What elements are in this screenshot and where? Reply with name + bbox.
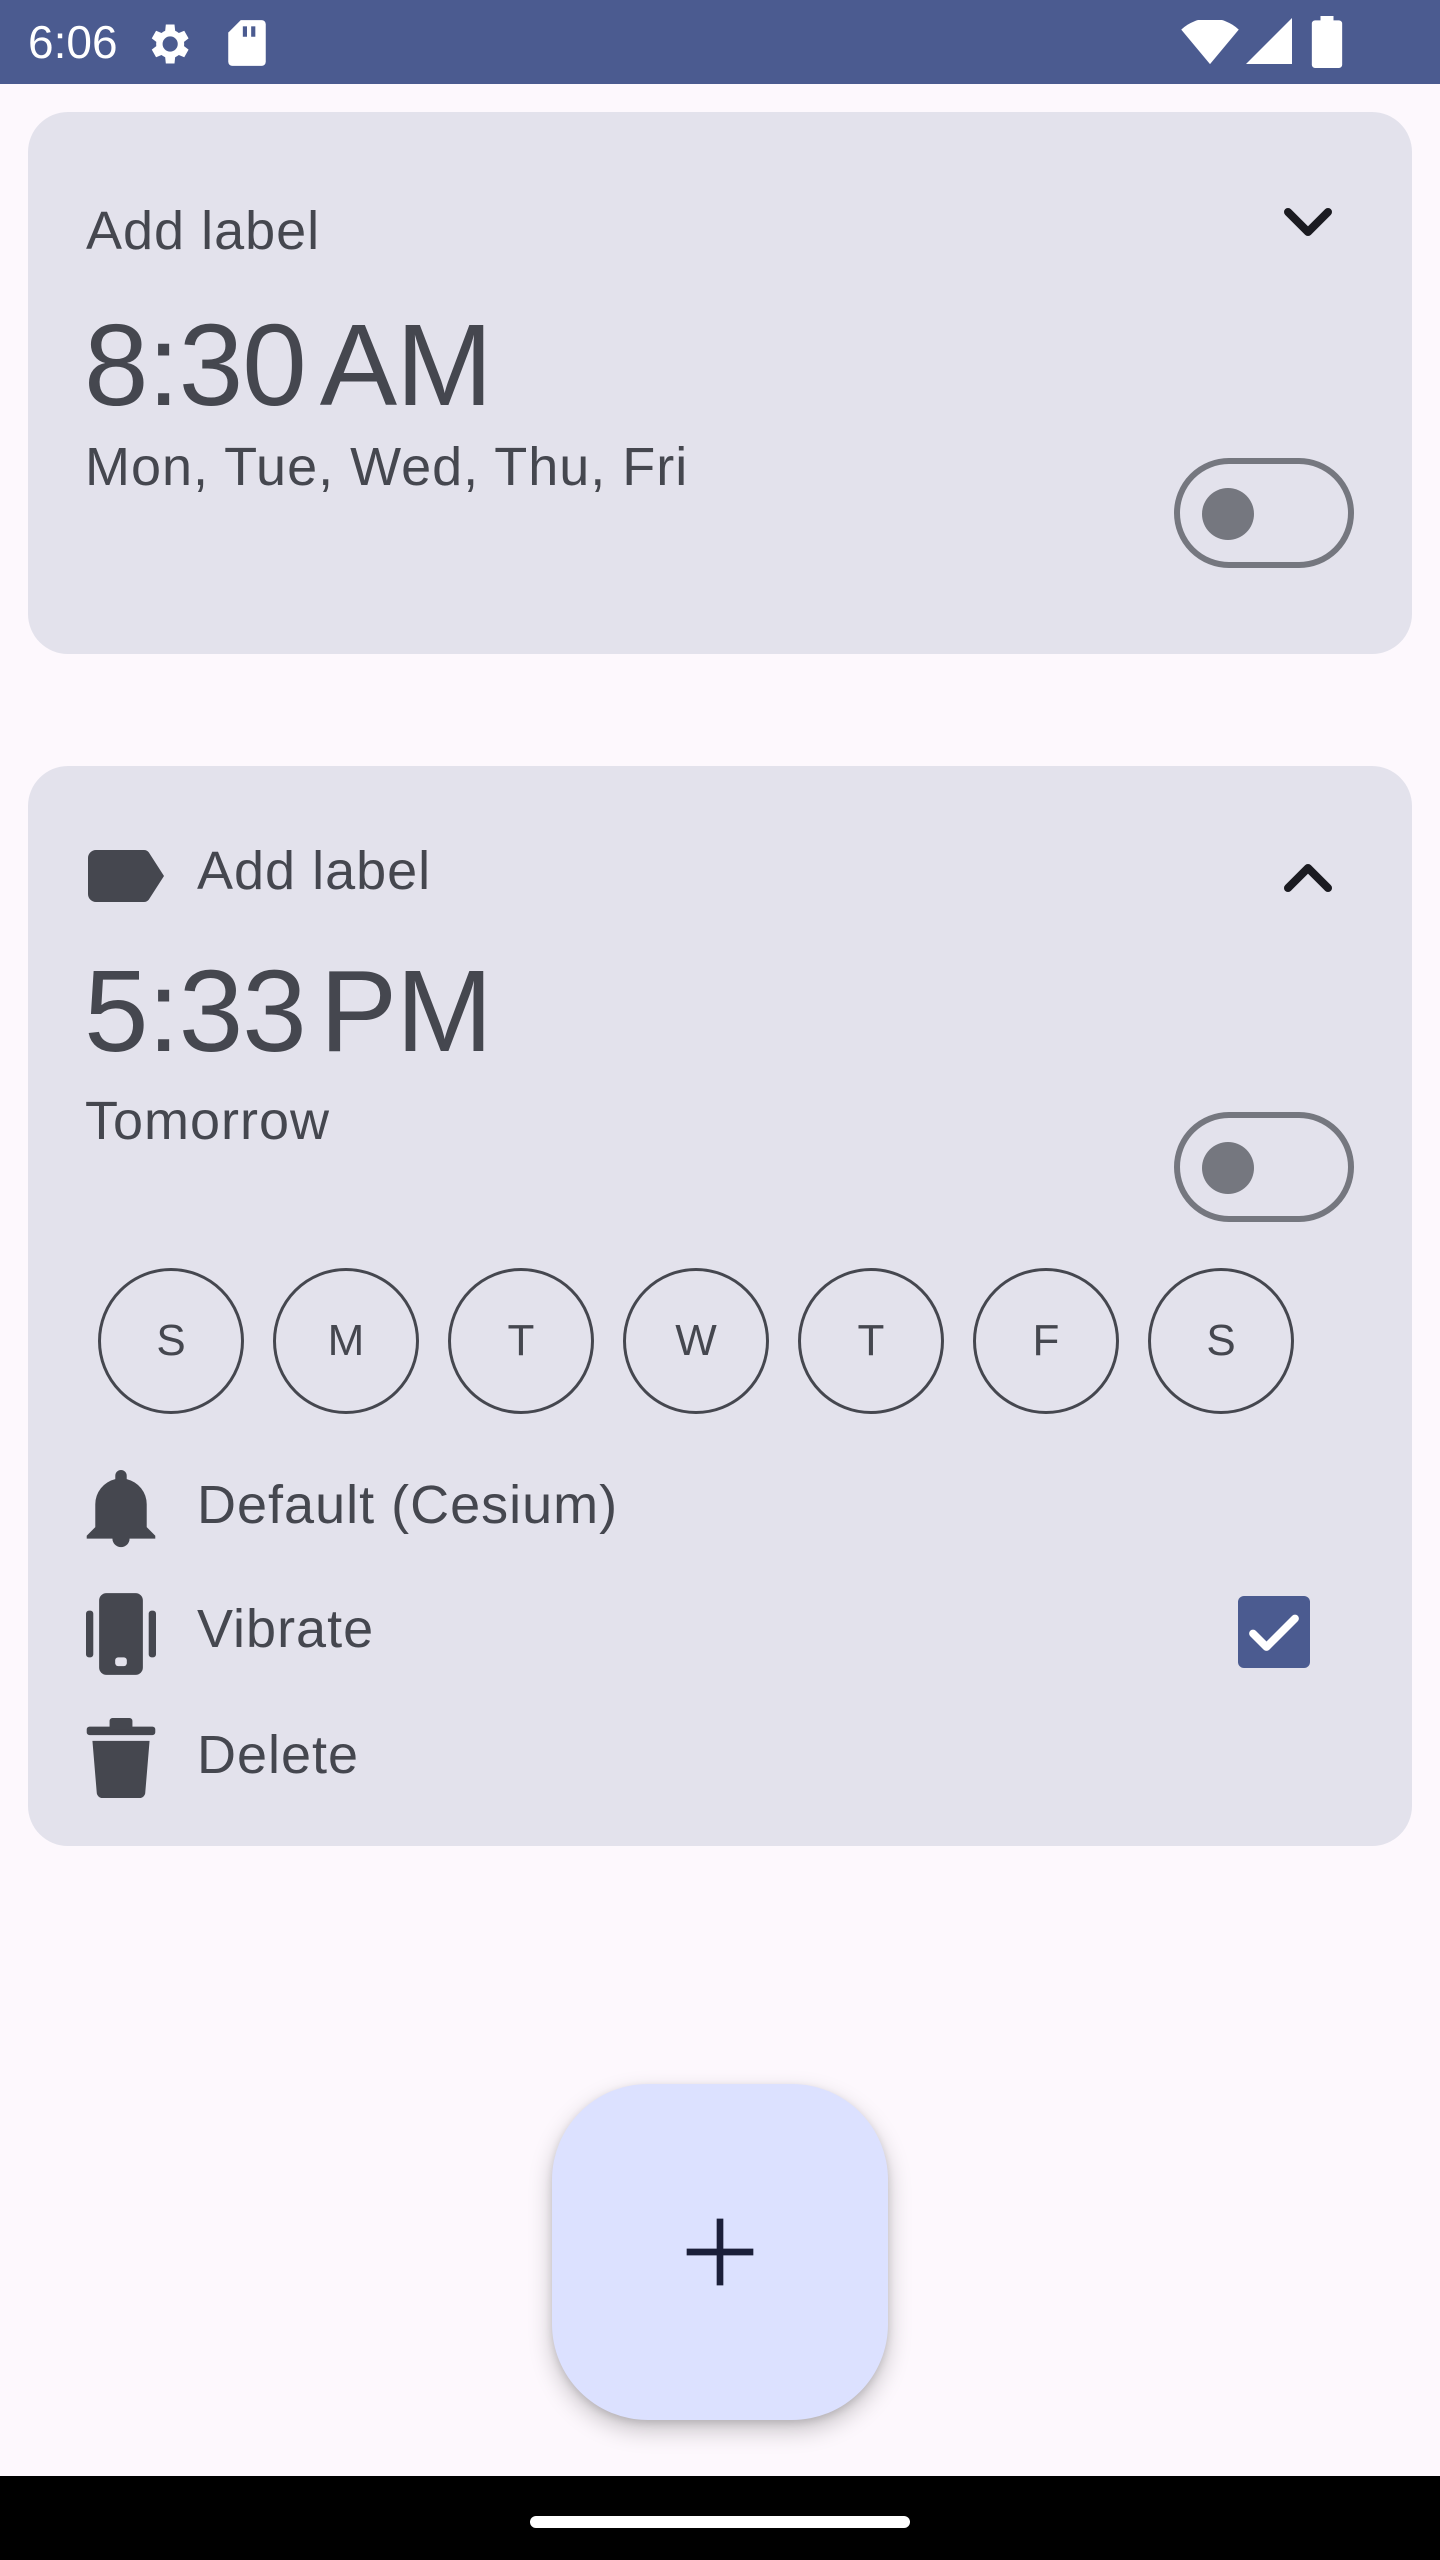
cell-signal-icon	[1246, 18, 1292, 64]
plus-icon	[686, 2218, 754, 2286]
vibrate-label: Vibrate	[197, 1599, 375, 1659]
ringtone-label: Default (Cesium)	[197, 1475, 619, 1535]
settings-gear-icon	[151, 24, 189, 64]
add-label-button[interactable]: Add label	[197, 840, 431, 902]
alarm-schedule: Mon, Tue, Wed, Thu, Fri	[85, 437, 689, 497]
add-alarm-button[interactable]	[552, 2084, 888, 2420]
check-icon	[1249, 1614, 1299, 1651]
toggle-knob	[1202, 1142, 1254, 1194]
navigation-bar	[0, 2476, 1440, 2560]
day-friday-button[interactable]: F	[973, 1268, 1119, 1414]
toggle-knob	[1202, 488, 1254, 540]
home-gesture-handle[interactable]	[530, 2516, 910, 2528]
alarm-toggle[interactable]	[1174, 458, 1354, 568]
battery-icon	[1311, 16, 1343, 68]
alarm-time-digits: 5:33	[84, 946, 307, 1076]
delete-label: Delete	[197, 1725, 360, 1785]
chevron-up-icon[interactable]	[1268, 838, 1348, 918]
alarm-time-ampm: AM	[319, 300, 493, 430]
alarm-toggle[interactable]	[1174, 1112, 1354, 1222]
day-monday-button[interactable]: M	[273, 1268, 419, 1414]
vibrate-checkbox[interactable]	[1238, 1596, 1310, 1668]
day-saturday-button[interactable]: S	[1148, 1268, 1294, 1414]
day-wednesday-button[interactable]: W	[623, 1268, 769, 1414]
delete-row[interactable]: Delete	[28, 1706, 1412, 1816]
trash-icon	[86, 1718, 156, 1798]
chevron-down-icon[interactable]	[1268, 182, 1348, 262]
vibrate-icon	[86, 1593, 156, 1675]
wifi-icon	[1181, 20, 1239, 65]
add-label-button[interactable]: Add label	[86, 200, 320, 262]
alarm-time-digits: 8:30	[84, 300, 307, 430]
alarm-time[interactable]: 5:33 PM	[84, 944, 493, 1078]
alarm-card[interactable]: Add label 5:33 PM Tomorrow S M T W T F S …	[28, 766, 1412, 1846]
alarm-card[interactable]: Add label 8:30 AM Mon, Tue, Wed, Thu, Fri	[28, 112, 1412, 654]
day-sunday-button[interactable]: S	[98, 1268, 244, 1414]
ringtone-row[interactable]: Default (Cesium)	[28, 1456, 1412, 1566]
status-time: 6:06	[28, 16, 118, 68]
day-tuesday-button[interactable]: T	[448, 1268, 594, 1414]
alarm-time-ampm: PM	[319, 946, 493, 1076]
status-bar: 6:06	[0, 0, 1440, 84]
day-thursday-button[interactable]: T	[798, 1268, 944, 1414]
alarm-time[interactable]: 8:30 AM	[84, 298, 493, 432]
alarm-schedule: Tomorrow	[85, 1091, 331, 1151]
bell-icon	[86, 1470, 156, 1548]
label-tag-icon	[88, 850, 164, 902]
vibrate-row[interactable]: Vibrate	[28, 1580, 1412, 1690]
sd-card-icon	[228, 20, 266, 66]
